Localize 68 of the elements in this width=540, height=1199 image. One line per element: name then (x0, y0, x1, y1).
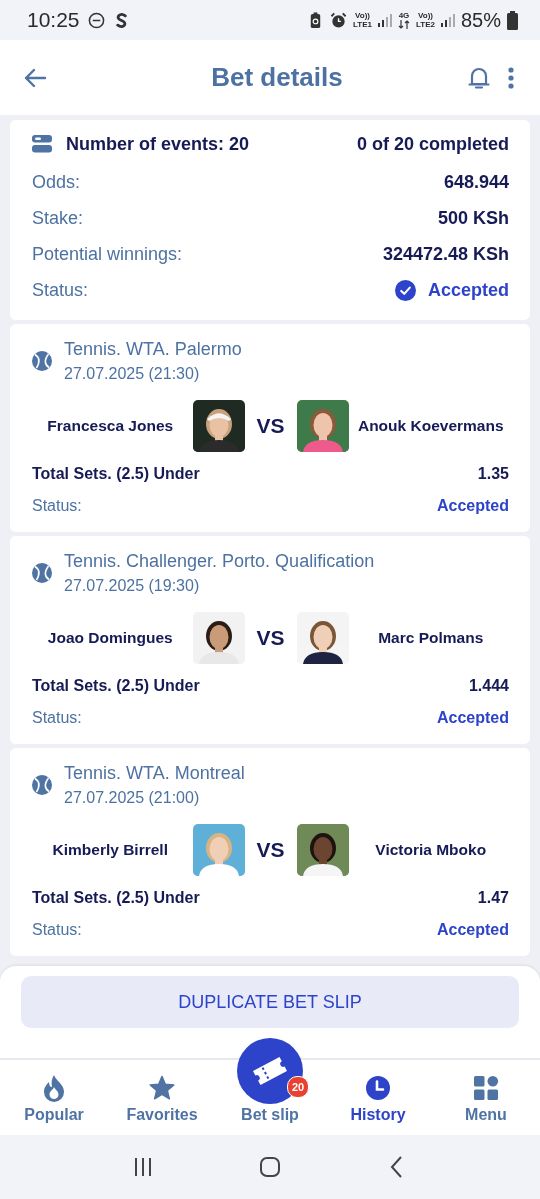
nav-item[interactable]: History (324, 1060, 432, 1135)
duplicate-bet-slip-button[interactable]: DUPLICATE BET SLIP (21, 976, 519, 1028)
page-title: Bet details (210, 62, 344, 93)
count-badge: 20 (287, 1076, 309, 1098)
check-circle-icon (394, 279, 416, 301)
summary-label: Potential winnings: (32, 243, 183, 265)
player-name: Marc Polmans (377, 629, 485, 647)
summary-label: Odds: (32, 171, 81, 193)
network-label: 4G (398, 11, 410, 20)
network-label: Vo)) (418, 11, 433, 20)
status-value: Accepted (436, 921, 509, 939)
battery-icon (507, 10, 518, 30)
more-icon (508, 66, 514, 89)
bet-market: Total Sets. (2.5) Under (32, 677, 200, 695)
nav-item[interactable]: Popular (0, 1060, 108, 1135)
status-label: Status: (32, 921, 82, 939)
event-league: Tennis. Challenger. Porto. Qualification (64, 550, 375, 573)
bet-odds: 1.444 (468, 677, 509, 695)
status-label: Status: (32, 709, 82, 727)
signal-icon (440, 13, 455, 27)
tennis-ball-icon (32, 563, 52, 583)
summary-value: 500 KSh (437, 207, 509, 229)
event-league: Tennis. WTA. Palermo (64, 338, 242, 361)
summary-label: Status: (32, 279, 89, 301)
events-icon (32, 135, 52, 153)
tennis-ball-icon (32, 351, 52, 371)
nav-item[interactable]: Menu (432, 1060, 540, 1135)
home-icon[interactable] (258, 1155, 282, 1179)
versus-label: VS (255, 838, 286, 862)
status-value: Accepted (427, 279, 509, 301)
status-value: Accepted (436, 709, 509, 727)
data-arrows-icon (398, 20, 410, 29)
clock-icon (365, 1074, 391, 1102)
event-datetime: 27.07.2025 (21:00) (64, 788, 201, 808)
player-name: Anouk Koevermans (356, 417, 505, 435)
events-count: Number of events: 20 (66, 133, 250, 155)
bet-odds: 1.47 (477, 889, 509, 907)
event-league: Tennis. WTA. Montreal (64, 762, 245, 785)
versus-label: VS (255, 414, 286, 438)
tennis-ball-icon (32, 775, 52, 795)
star-icon (149, 1074, 175, 1102)
network-label: Vo)) (355, 11, 370, 20)
bet-market: Total Sets. (2.5) Under (32, 465, 200, 483)
player-name: Kimberly Birrell (51, 841, 169, 859)
do-not-disturb-icon (87, 11, 105, 29)
player-name: Joao Domingues (46, 629, 174, 647)
bet-market: Total Sets. (2.5) Under (32, 889, 200, 907)
player-name: Francesca Jones (46, 417, 175, 435)
bet-odds: 1.35 (477, 465, 509, 483)
event-datetime: 27.07.2025 (19:30) (64, 576, 201, 596)
summary-label: Stake: (32, 207, 84, 229)
summary-value: 324472.48 KSh (382, 243, 509, 265)
event-datetime: 27.07.2025 (21:30) (64, 364, 201, 384)
versus-label: VS (255, 626, 286, 650)
flame-icon (41, 1074, 67, 1102)
grid-icon (473, 1074, 499, 1102)
alarm-icon (330, 11, 348, 29)
nav-item[interactable]: 20 Bet slip (216, 1028, 324, 1135)
summary-value: 648.944 (443, 171, 509, 193)
battery-percent: 85% (460, 8, 501, 32)
status-time: 10:25 (27, 8, 80, 32)
status-label: Status: (32, 497, 82, 515)
status-value: Accepted (436, 497, 509, 515)
network-label: LTE1 (353, 20, 372, 29)
network-label: LTE2 (416, 20, 435, 29)
signal-icon (378, 13, 392, 27)
player-name: Victoria Mboko (374, 841, 488, 859)
nav-item[interactable]: Favorites (108, 1060, 216, 1135)
